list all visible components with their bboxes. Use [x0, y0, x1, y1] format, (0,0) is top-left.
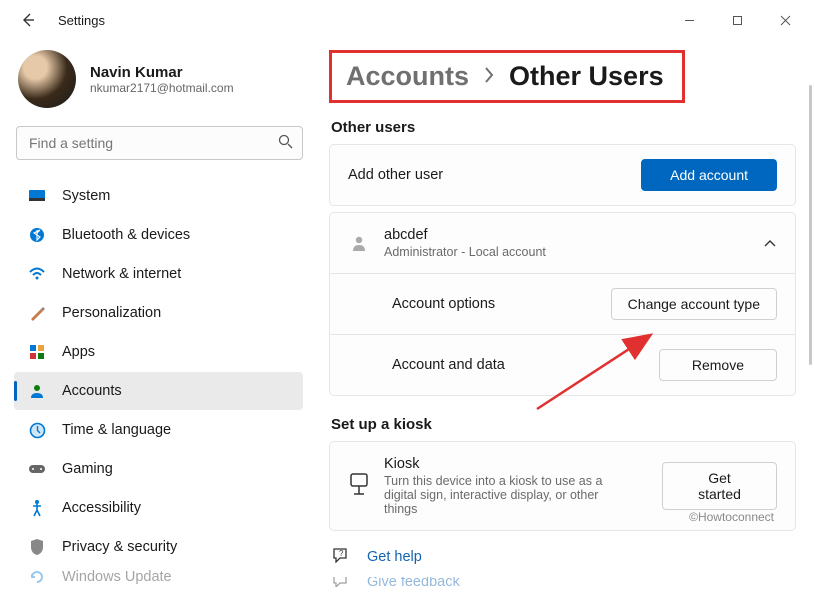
- change-account-type-button[interactable]: Change account type: [611, 288, 777, 320]
- user-name: abcdef: [384, 227, 546, 243]
- breadcrumb: Accounts Other Users: [329, 50, 685, 103]
- sidebar-item-label: Windows Update: [62, 569, 172, 585]
- svg-text:?: ?: [339, 549, 344, 558]
- sidebar-item-personalization[interactable]: Personalization: [14, 294, 303, 332]
- watermark-text: ©Howtoconnect: [689, 510, 774, 524]
- section-header-kiosk: Set up a kiosk: [331, 416, 796, 433]
- breadcrumb-current: Other Users: [509, 61, 664, 92]
- sidebar-item-label: Time & language: [62, 422, 171, 438]
- user-icon: [348, 234, 370, 252]
- sidebar-item-bluetooth[interactable]: Bluetooth & devices: [14, 216, 303, 254]
- sidebar-item-privacy[interactable]: Privacy & security: [14, 528, 303, 566]
- chevron-right-icon: [483, 66, 495, 87]
- add-other-user-label: Add other user: [348, 167, 443, 183]
- sidebar-item-label: Privacy & security: [62, 539, 177, 555]
- gamepad-icon: [28, 460, 46, 478]
- profile-email: nkumar2171@hotmail.com: [90, 81, 234, 95]
- add-user-card: Add other user Add account: [329, 144, 796, 206]
- user-card: abcdef Administrator - Local account Acc…: [329, 212, 796, 396]
- sidebar-item-time-language[interactable]: Time & language: [14, 411, 303, 449]
- accessibility-icon: [28, 499, 46, 517]
- main-content: Accounts Other Users Other users Add oth…: [315, 40, 814, 612]
- breadcrumb-parent[interactable]: Accounts: [346, 61, 469, 92]
- sidebar-item-label: Bluetooth & devices: [62, 227, 190, 243]
- chevron-up-icon: [763, 235, 777, 251]
- bluetooth-icon: [28, 226, 46, 244]
- sidebar-item-label: System: [62, 188, 110, 204]
- sidebar-item-label: Accessibility: [62, 500, 141, 516]
- main-scrollbar[interactable]: [809, 85, 812, 365]
- help-icon: ?: [331, 547, 349, 567]
- give-feedback-link[interactable]: Give feedback: [331, 577, 796, 587]
- profile-block[interactable]: Navin Kumar nkumar2171@hotmail.com: [10, 40, 315, 126]
- sidebar-item-network[interactable]: Network & internet: [14, 255, 303, 293]
- wifi-icon: [28, 265, 46, 283]
- minimize-button[interactable]: [666, 5, 712, 35]
- kiosk-title: Kiosk: [384, 456, 634, 472]
- clock-icon: [28, 421, 46, 439]
- maximize-button[interactable]: [714, 5, 760, 35]
- sidebar-item-label: Network & internet: [62, 266, 181, 282]
- sidebar-item-apps[interactable]: Apps: [14, 333, 303, 371]
- kiosk-description: Turn this device into a kiosk to use as …: [384, 474, 634, 516]
- search-input[interactable]: [16, 126, 303, 160]
- sidebar-item-windows-update[interactable]: Windows Update: [14, 567, 303, 587]
- close-button[interactable]: [762, 5, 808, 35]
- sidebar-item-label: Personalization: [62, 305, 161, 321]
- person-icon: [28, 382, 46, 400]
- get-help-label: Get help: [367, 549, 422, 565]
- sidebar-item-accessibility[interactable]: Accessibility: [14, 489, 303, 527]
- account-options-label: Account options: [392, 296, 495, 312]
- sidebar-item-gaming[interactable]: Gaming: [14, 450, 303, 488]
- remove-button[interactable]: Remove: [659, 349, 777, 381]
- account-data-label: Account and data: [392, 357, 505, 373]
- sidebar-item-label: Accounts: [62, 383, 122, 399]
- sidebar-item-label: Gaming: [62, 461, 113, 477]
- get-started-button[interactable]: Get started: [662, 462, 777, 510]
- update-icon: [28, 568, 46, 586]
- user-card-header[interactable]: abcdef Administrator - Local account: [330, 213, 795, 273]
- avatar: [18, 50, 76, 108]
- nav-list: System Bluetooth & devices Network & int…: [10, 176, 315, 588]
- section-header-other-users: Other users: [331, 119, 796, 136]
- sidebar-item-system[interactable]: System: [14, 177, 303, 215]
- sidebar: Navin Kumar nkumar2171@hotmail.com Syste…: [0, 40, 315, 612]
- feedback-icon: [331, 577, 349, 587]
- window-title: Settings: [58, 13, 105, 28]
- shield-icon: [28, 538, 46, 556]
- get-help-link[interactable]: ? Get help: [331, 547, 796, 567]
- system-icon: [28, 187, 46, 205]
- kiosk-icon: [348, 472, 370, 501]
- sidebar-item-accounts[interactable]: Accounts: [14, 372, 303, 410]
- user-role: Administrator - Local account: [384, 245, 546, 259]
- profile-name: Navin Kumar: [90, 64, 234, 81]
- give-feedback-label: Give feedback: [367, 577, 460, 587]
- brush-icon: [28, 304, 46, 322]
- apps-icon: [28, 343, 46, 361]
- back-button[interactable]: [14, 6, 42, 34]
- search-icon: [278, 134, 293, 152]
- add-account-button[interactable]: Add account: [641, 159, 777, 191]
- sidebar-item-label: Apps: [62, 344, 95, 360]
